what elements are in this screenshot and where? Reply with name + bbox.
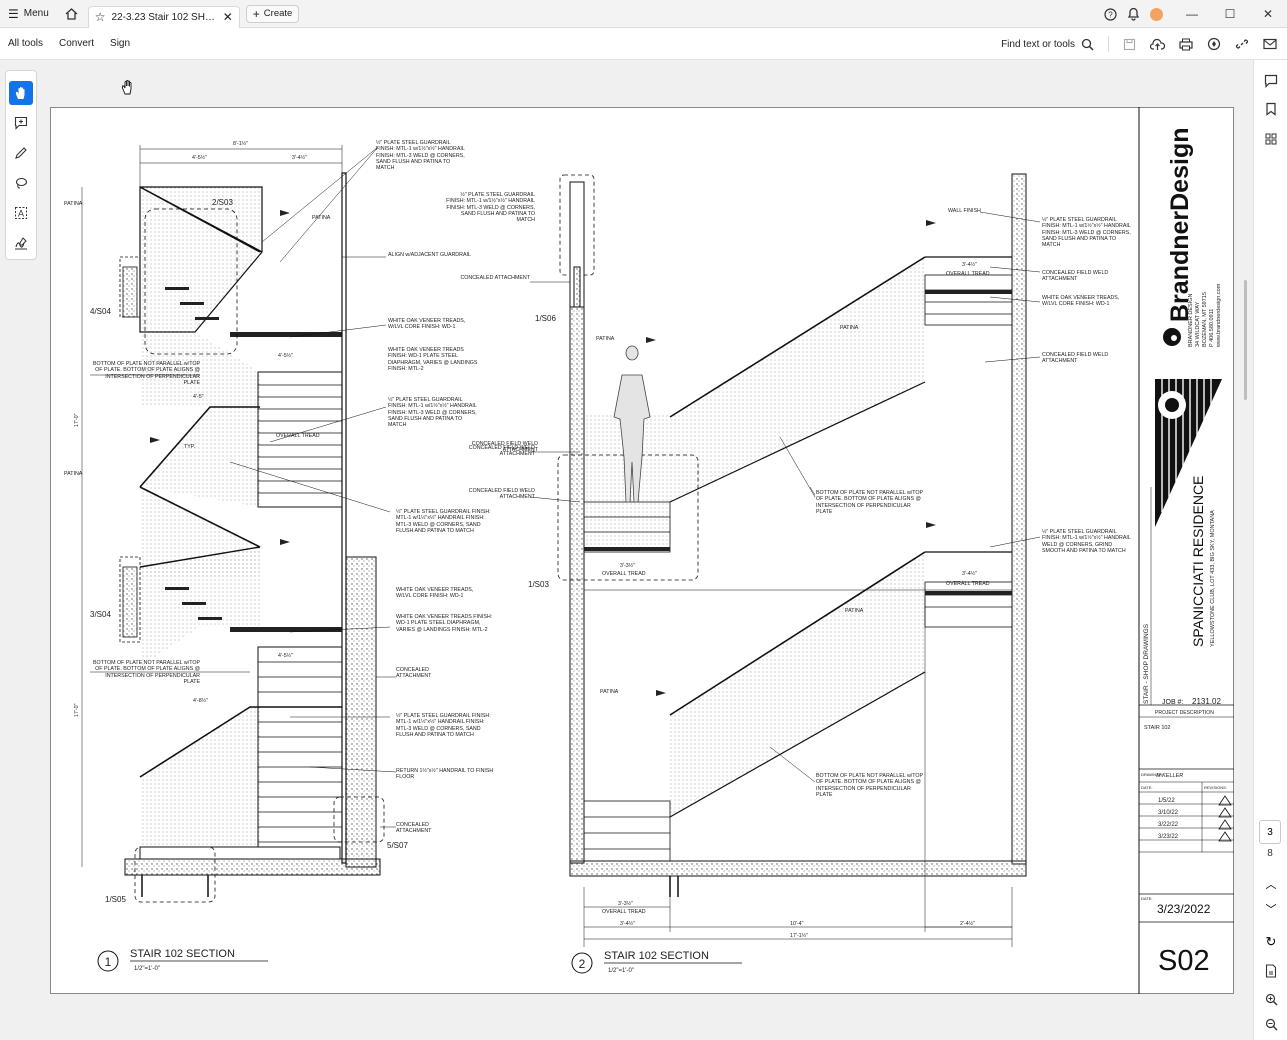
link-icon[interactable]: [1235, 37, 1249, 51]
home-icon: [65, 7, 78, 20]
page-fit-icon: [1265, 964, 1277, 978]
hamburger-icon: ☰: [8, 6, 19, 21]
cloud-upload-icon[interactable]: [1150, 38, 1165, 51]
signature-icon: [15, 237, 27, 250]
left-rail: A: [0, 60, 132, 1040]
pencil-icon: [15, 147, 27, 159]
cursor-hand-icon: [122, 80, 132, 95]
create-button[interactable]: + Create: [245, 4, 300, 23]
toolbar-divider: [1108, 36, 1109, 52]
document-tab[interactable]: ☆ 22-3.23 Stair 102 SHOPS... ✕: [87, 5, 240, 28]
chevron-down-icon: ﹀: [1265, 904, 1277, 916]
home-button[interactable]: [55, 0, 88, 27]
title-bar: ☰ Menu ☆ 22-3.23 Stair 102 SHOPS... ✕ + …: [0, 0, 1287, 28]
convert-menu[interactable]: Convert: [51, 38, 102, 49]
add-comment-button[interactable]: [9, 111, 33, 135]
ai-assistant-icon[interactable]: [1207, 37, 1221, 51]
main-toolbar: All tools Convert Sign Find text or tool…: [0, 28, 1287, 60]
prev-page-button[interactable]: ︿: [1262, 875, 1280, 893]
find-label: Find text or tools: [1001, 38, 1075, 50]
refresh-button[interactable]: ↻: [1262, 933, 1280, 951]
all-tools-menu[interactable]: All tools: [0, 38, 51, 49]
close-window-icon[interactable]: ✕: [1249, 7, 1287, 21]
comments-icon: [1264, 74, 1278, 88]
hand-icon: [16, 86, 25, 99]
bookmark-icon: [1266, 102, 1276, 116]
comments-panel-button[interactable]: [1262, 72, 1280, 90]
right-rail: ︿ ﹀ ↻: [1253, 60, 1287, 1040]
search-icon: [1081, 38, 1094, 51]
page-number-input[interactable]: 3: [1259, 820, 1281, 844]
avatar[interactable]: [1150, 7, 1163, 21]
zoom-out-icon: [1265, 1018, 1277, 1030]
page-total: 8: [1267, 848, 1273, 859]
zoom-in-icon: [1265, 993, 1277, 1005]
bell-icon[interactable]: [1127, 7, 1140, 21]
text-box-icon: A: [15, 207, 27, 219]
tab-title: 22-3.23 Stair 102 SHOPS...: [111, 11, 217, 23]
create-label: Create: [263, 8, 293, 19]
print-icon[interactable]: [1179, 38, 1193, 51]
svg-text:?: ?: [1108, 10, 1113, 19]
menu-button[interactable]: ☰ Menu: [0, 0, 55, 27]
comment-plus-icon: [14, 116, 28, 130]
maximize-icon[interactable]: ☐: [1211, 7, 1249, 21]
email-icon[interactable]: [1263, 38, 1277, 50]
next-page-button[interactable]: ﹀: [1262, 900, 1280, 918]
close-tab-icon[interactable]: ✕: [223, 10, 233, 24]
menu-label: Menu: [23, 8, 49, 19]
grid-icon: [1265, 133, 1277, 145]
lasso-icon: [15, 177, 28, 189]
refresh-icon: ↻: [1265, 934, 1277, 949]
vertical-scrollbar[interactable]: [1244, 280, 1247, 400]
sign-menu[interactable]: Sign: [102, 38, 138, 49]
zoom-out-button[interactable]: [1262, 1015, 1280, 1033]
draw-button[interactable]: [9, 141, 33, 165]
save-icon[interactable]: [1123, 38, 1136, 51]
zoom-in-button[interactable]: [1262, 990, 1280, 1008]
help-icon[interactable]: ?: [1104, 7, 1117, 21]
hand-tool-button[interactable]: [9, 81, 33, 105]
find-tools-button[interactable]: Find text or tools: [1001, 38, 1094, 51]
bookmarks-panel-button[interactable]: [1262, 100, 1280, 118]
quick-tools-panel: A: [5, 70, 37, 260]
thumbnails-panel-button[interactable]: [1262, 130, 1280, 148]
drawing-sheet: [50, 107, 1234, 994]
sign-tool-button[interactable]: [9, 231, 33, 255]
minimize-icon[interactable]: —: [1173, 7, 1211, 21]
chevron-up-icon: ︿: [1265, 879, 1277, 891]
page-fit-button[interactable]: [1262, 962, 1280, 980]
freeform-button[interactable]: [9, 171, 33, 195]
star-icon[interactable]: ☆: [95, 10, 106, 24]
svg-text:A: A: [18, 209, 24, 219]
plus-icon: +: [252, 6, 260, 21]
text-select-button[interactable]: A: [9, 201, 33, 225]
